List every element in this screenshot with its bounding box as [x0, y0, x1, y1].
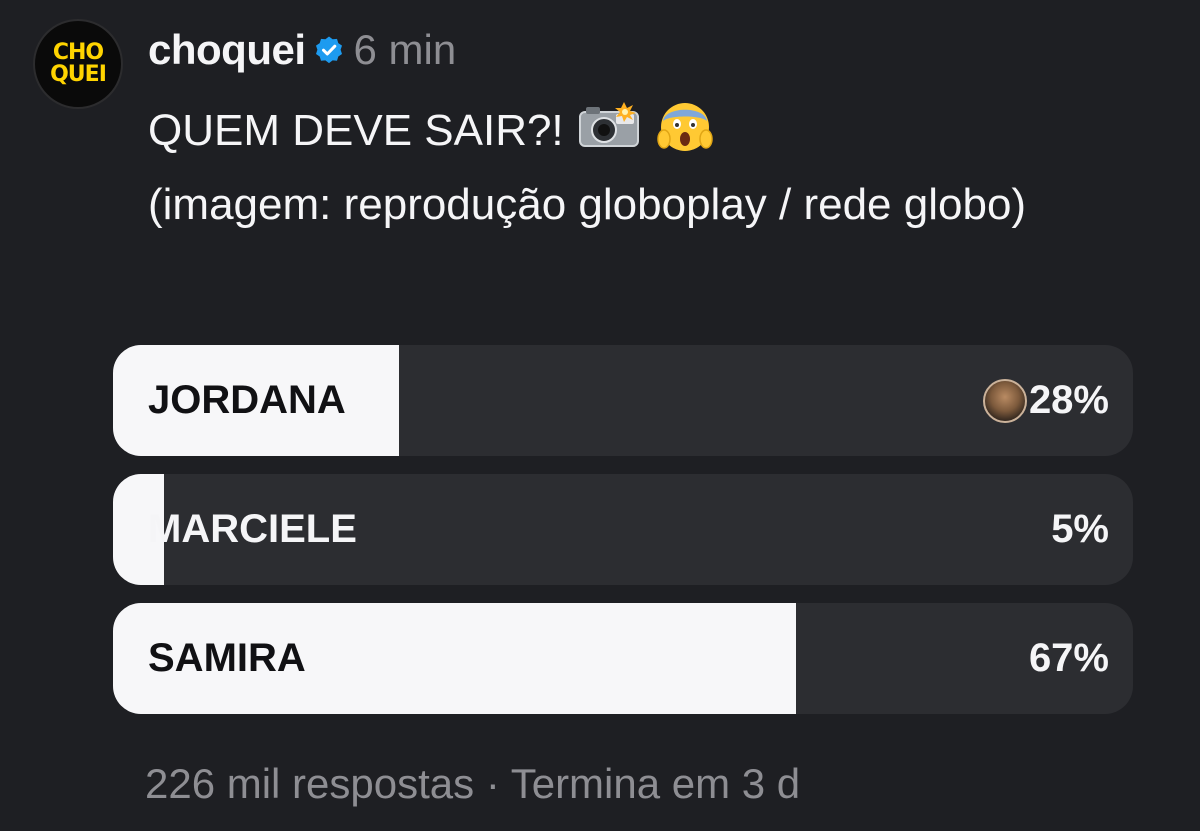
camera-flash-icon	[578, 100, 642, 161]
poll-option-samira[interactable]: SAMIRA 67%	[113, 603, 1133, 714]
avatar-logo-line-1: CHO	[52, 40, 104, 65]
poll-option-percent: 28%	[1028, 378, 1109, 422]
poll-post: CHO QUEI choquei 6 min QUEM DEVE SAIR?!	[0, 0, 1200, 831]
voter-avatar	[982, 378, 1027, 423]
poll-option-percent: 67%	[1028, 636, 1109, 680]
poll-option-result: 28%	[982, 345, 1109, 456]
poll-option-marciele[interactable]: MARCIELE 5%	[113, 474, 1133, 585]
post-title: QUEM DEVE SAIR?!	[148, 96, 714, 165]
poll-footer: 226 mil respostas · Termina em 3 d	[145, 760, 801, 807]
screaming-face-icon	[656, 96, 714, 165]
post-caption: (imagem: reprodução globoplay / rede glo…	[148, 180, 1027, 229]
poll-option-jordana[interactable]: JORDANA 28%	[113, 345, 1133, 456]
post-title-text: QUEM DEVE SAIR?!	[148, 105, 564, 155]
post-time: 6 min	[353, 26, 457, 73]
poll: JORDANA 28% MARCIELE 5% SAMIRA 67%	[113, 345, 1133, 732]
poll-option-label: MARCIELE	[148, 507, 357, 551]
post-header: choquei 6 min	[148, 24, 456, 76]
author-avatar[interactable]: CHO QUEI	[33, 19, 123, 109]
verified-badge-icon	[314, 35, 344, 65]
avatar-logo-line-2: QUEI	[50, 62, 107, 87]
poll-option-label: SAMIRA	[148, 636, 306, 680]
poll-option-percent: 5%	[1051, 507, 1109, 551]
poll-option-result: 67%	[1029, 603, 1109, 714]
username-link[interactable]: choquei	[148, 26, 306, 74]
poll-option-label: JORDANA	[148, 378, 346, 422]
poll-option-result: 5%	[1051, 474, 1109, 585]
